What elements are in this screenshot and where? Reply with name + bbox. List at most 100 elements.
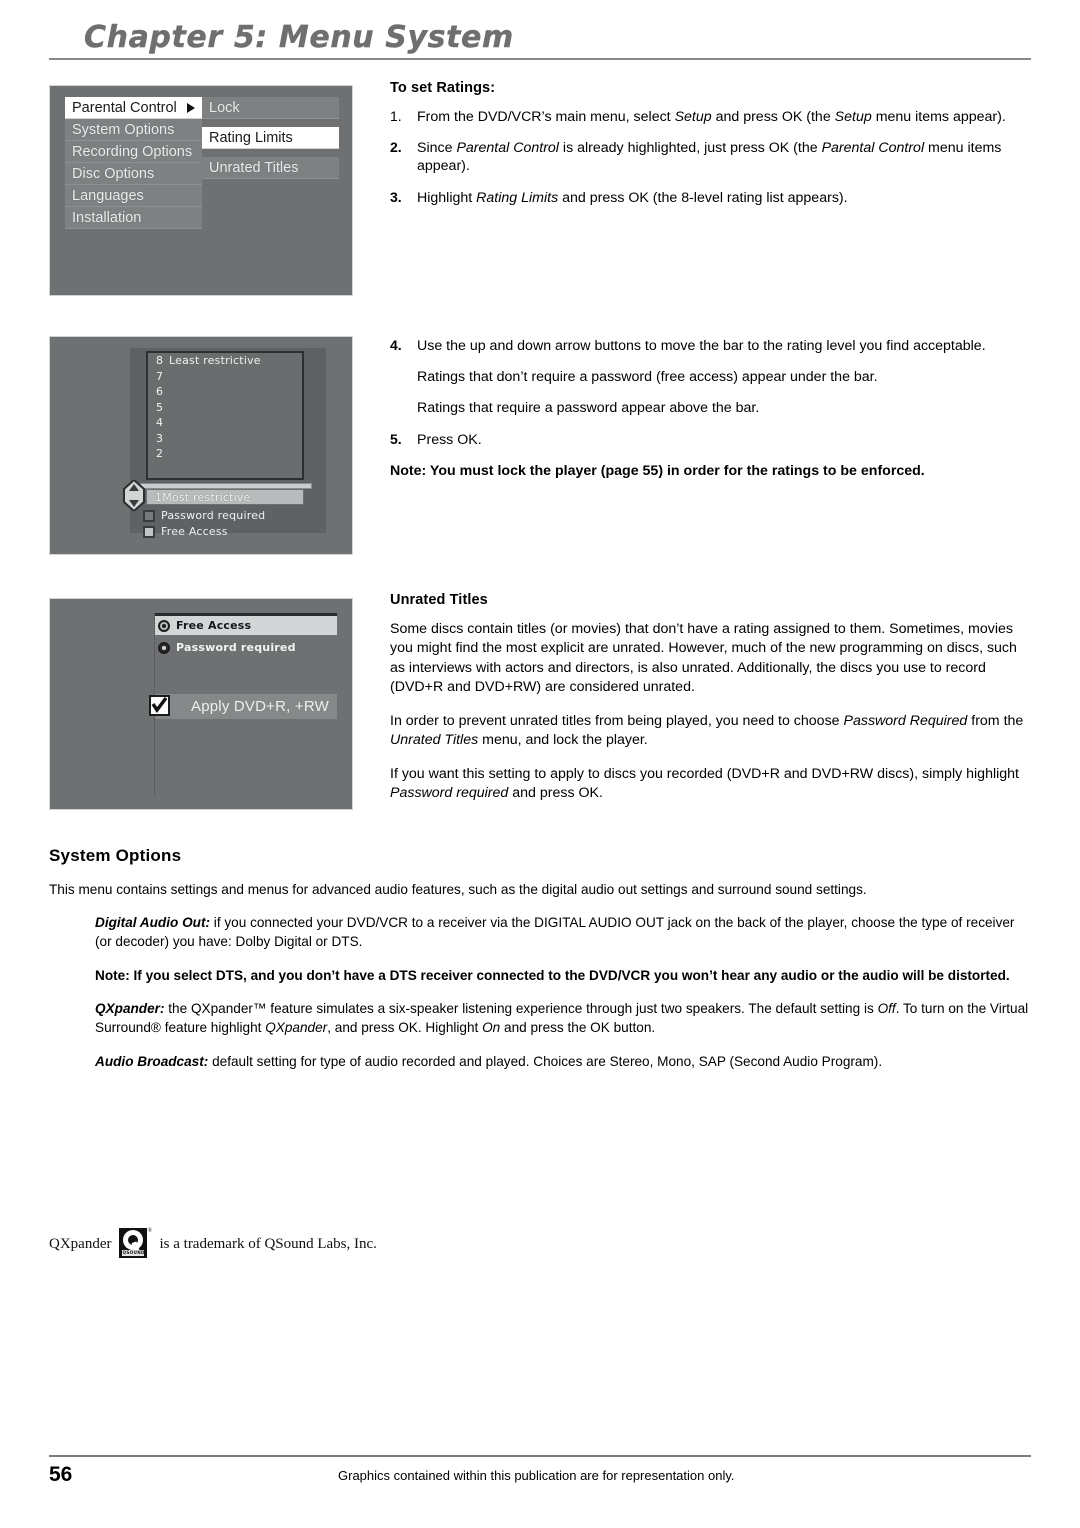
instruction-step: 3. Highlight Rating Limits and press OK … (390, 189, 1035, 207)
menu-item-label: System Options (72, 122, 175, 138)
legend-password-required: Password required (143, 509, 265, 522)
chevron-right-icon (187, 102, 195, 113)
step-number: 4. (390, 337, 402, 353)
step-number: 5. (390, 430, 402, 447)
rating-row-selected[interactable]: 1Most restrictive (146, 489, 304, 505)
radio-icon (158, 619, 170, 632)
rating-row[interactable]: 6 (148, 384, 302, 400)
menu-spacer (202, 119, 339, 127)
legend-free-access: Free Access (143, 525, 228, 538)
rating-row[interactable]: 3 (148, 431, 302, 447)
chapter-header: Chapter 5: Menu System (49, 22, 1031, 60)
unrated-titles-section: Unrated Titles Some discs contain titles… (390, 592, 1035, 818)
trademark-suffix: is a trademark of QSound Labs, Inc. (159, 1236, 377, 1252)
registered-mark: ® (147, 1228, 153, 1234)
menu-item-installation[interactable]: Installation (65, 207, 202, 229)
step-number: 2. (390, 139, 402, 156)
menu-column-left: Parental Control System Options Recordin… (65, 97, 202, 229)
instruction-step: 5. Press OK. (390, 431, 1035, 449)
footer-note: Graphics contained within this publicati… (338, 1468, 735, 1483)
menu-item-recording-options[interactable]: Recording Options (65, 141, 202, 163)
menu-item-lock[interactable]: Lock (202, 97, 339, 119)
system-options-heading: System Options (49, 846, 182, 865)
audio-broadcast-paragraph: Audio Broadcast: default setting for typ… (95, 1053, 883, 1069)
menu-column-right: Lock Rating Limits Unrated Titles (202, 97, 339, 179)
up-down-arrow-icon[interactable] (123, 478, 145, 513)
radio-icon (158, 641, 170, 654)
unrated-titles-paragraph: In order to prevent unrated titles from … (390, 712, 1024, 749)
menu-item-label: Recording Options (72, 144, 193, 160)
page-title: Chapter 5: Menu System (84, 20, 514, 55)
legend-label: Password required (161, 509, 266, 522)
trademark-prefix: QXpander (49, 1236, 112, 1252)
rating-number: 7 (156, 369, 164, 383)
swatch-icon (143, 525, 155, 538)
qxpander-paragraph: QXpander: the QXpander™ feature simulate… (95, 1000, 1029, 1036)
checkbox-row-apply-dvd[interactable]: Apply DVD+R, +RW (155, 694, 337, 719)
unrated-titles-paragraph: Some discs contain titles (or movies) th… (390, 621, 1017, 696)
rating-row[interactable]: 8 Least restrictive (148, 353, 302, 369)
header-divider (49, 57, 1031, 60)
menu-item-label: Lock (209, 100, 240, 116)
screenshot-parental-control-menu: Parental Control System Options Recordin… (49, 85, 353, 296)
menu-item-label: Unrated Titles (209, 160, 299, 176)
radio-option-free-access[interactable]: Free Access (155, 616, 337, 635)
qsound-logo-icon: QSOUND ® (119, 1228, 153, 1261)
step-number: 1. (390, 108, 402, 124)
menu-item-label: Languages (72, 188, 144, 204)
rating-number: 4 (156, 416, 164, 429)
digital-audio-out-paragraph: Digital Audio Out: if you connected your… (95, 915, 1015, 950)
checkbox-icon[interactable] (149, 695, 170, 716)
to-set-ratings-heading: To set Ratings: (390, 80, 496, 96)
menu-item-label: Parental Control (72, 100, 177, 116)
menu-item-parental-control[interactable]: Parental Control (65, 97, 202, 119)
trademark-notice: QXpander QSOUND ® is a trademark of QSou… (49, 1228, 377, 1261)
rating-steps-continued: 4. Use the up and down arrow buttons to … (390, 337, 1035, 490)
rating-row[interactable]: 5 (148, 400, 302, 416)
page-number: 56 (49, 1463, 73, 1486)
instruction-step: 1. From the DVD/VCR’s main menu, select … (390, 108, 1035, 126)
menu-item-label: Rating Limits (209, 130, 293, 146)
radio-label: Password required (176, 641, 296, 654)
menu-item-rating-limits[interactable]: Rating Limits (202, 127, 339, 149)
rating-label: Least restrictive (169, 354, 261, 367)
rating-label: Most restrictive (162, 491, 251, 504)
unrated-titles-heading: Unrated Titles (390, 592, 488, 608)
dts-note: Note: If you select DTS, and you don’t h… (95, 967, 1010, 983)
checkbox-label: Apply DVD+R, +RW (191, 698, 329, 715)
to-set-ratings-section: To set Ratings: 1. From the DVD/VCR’s ma… (390, 80, 1035, 220)
step-text: Press OK. (417, 431, 482, 448)
swatch-icon (143, 509, 155, 522)
rating-level-list: 8 Least restrictive 7 6 5 4 3 2 (146, 351, 304, 480)
rating-row[interactable]: 4 (148, 415, 302, 431)
rating-number: 8 (156, 354, 164, 367)
unrated-titles-paragraph: If you want this setting to apply to dis… (390, 765, 1019, 802)
step-text: Use the up and down arrow buttons to mov… (417, 338, 986, 354)
rating-row[interactable]: 7 (148, 369, 302, 385)
rating-number: 5 (156, 400, 164, 414)
step-number: 3. (390, 188, 402, 205)
instruction-step: 2. Since Parental Control is already hig… (390, 139, 1035, 175)
menu-spacer (202, 149, 339, 157)
screenshot-rating-limits: 8 Least restrictive 7 6 5 4 3 2 1Most res… (49, 336, 353, 555)
menu-item-disc-options[interactable]: Disc Options (65, 163, 202, 185)
system-options-section: System Options This menu contains settin… (49, 846, 1031, 1085)
step-text: Highlight Rating Limits and press OK (th… (417, 189, 848, 206)
menu-item-label: Disc Options (72, 166, 155, 182)
rating-row[interactable]: 2 (148, 446, 302, 462)
radio-option-password-required[interactable]: Password required (155, 638, 337, 657)
rating-number: 6 (156, 385, 164, 398)
rating-number: 2 (156, 447, 164, 460)
instruction-note-line: Ratings that require a password appear a… (417, 400, 760, 417)
menu-item-system-options[interactable]: System Options (65, 119, 202, 141)
rating-number: 3 (156, 431, 164, 445)
legend-label: Free Access (161, 525, 228, 538)
screenshot-unrated-titles: Free Access Password required Apply DVD+… (49, 598, 353, 810)
step-text: Since Parental Control is already highli… (417, 140, 1002, 175)
radio-label: Free Access (176, 619, 252, 632)
lock-player-note: Note: You must lock the player (page 55)… (390, 462, 925, 479)
step-text: From the DVD/VCR’s main menu, select Set… (417, 109, 1006, 125)
menu-item-label: Installation (72, 210, 142, 226)
menu-item-languages[interactable]: Languages (65, 185, 202, 207)
menu-item-unrated-titles[interactable]: Unrated Titles (202, 157, 339, 179)
